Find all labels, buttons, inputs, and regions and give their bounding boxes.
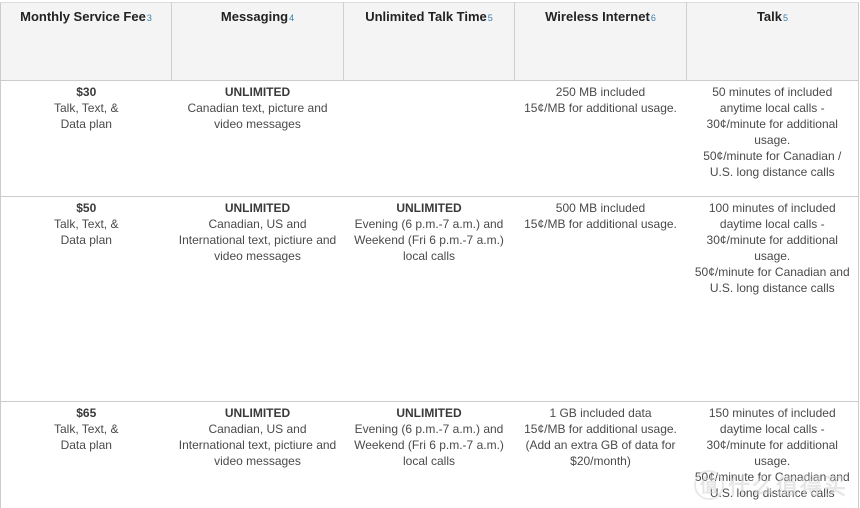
cell-text-line: 50¢/minute for Canadian and xyxy=(694,265,850,279)
plan-price: $65 xyxy=(76,406,97,420)
footnote-link[interactable]: 5 xyxy=(488,13,493,23)
cell-text-line: Canadian, US and xyxy=(208,422,307,436)
cell-text-line: Data plan xyxy=(60,117,112,131)
cell-text-line: Weekend (Fri 6 p.m.-7 a.m.) xyxy=(354,438,504,452)
cell-messaging: UNLIMITED Canadian, US and International t… xyxy=(171,196,344,402)
cell-text-line: 30¢/minute for additional xyxy=(706,233,838,247)
header-label: Messaging xyxy=(220,9,289,24)
cell-text-line: Canadian, US and xyxy=(208,217,307,231)
header-messaging: Messaging4 xyxy=(171,2,344,81)
cell-text-line: Canadian text, picture and xyxy=(187,101,328,115)
cell-text-line: local calls xyxy=(402,454,456,468)
plan-price: $30 xyxy=(76,85,97,99)
footnote-link[interactable]: 6 xyxy=(651,13,656,23)
cell-wireless-internet: 250 MB included 15¢/MB for additional usa… xyxy=(514,80,687,197)
cell-text-line: 100 minutes of included xyxy=(708,201,836,215)
cell-text-line: (Add an extra GB of data for xyxy=(525,438,676,452)
cell-text-line: Data plan xyxy=(60,233,112,247)
cell-text-line: Talk, Text, & xyxy=(54,101,119,115)
cell-monthly-fee: $65 Talk, Text, & Data plan xyxy=(1,402,172,508)
cell-text-line: local calls xyxy=(402,249,456,263)
table-header: Monthly Service Fee3 Messaging4 Unlimite… xyxy=(0,2,859,81)
cell-unlimited-talk-time: UNLIMITED Evening (6 p.m.-7 a.m.) and Week… xyxy=(344,402,515,508)
cell-text-line: video messages xyxy=(214,249,301,263)
cell-wireless-internet: 1 GB included data 15¢/MB for additional … xyxy=(515,402,687,508)
cell-text-line: 30¢/minute for additional xyxy=(706,117,838,131)
cell-text-line: U.S. long distance calls xyxy=(709,165,835,179)
cell-text-line: usage. xyxy=(754,454,791,468)
cell-text-line: Evening (6 p.m.-7 a.m.) and xyxy=(354,422,504,436)
cell-title: UNLIMITED xyxy=(224,406,291,420)
table-row: $30 Talk, Text, & Data plan UNLIMITED Canadi… xyxy=(0,80,859,197)
cell-messaging: UNLIMITED Canadian, US and International t… xyxy=(172,402,344,508)
cell-text-line: $20/month) xyxy=(570,454,631,468)
cell-text-line: Talk, Text, & xyxy=(54,217,119,231)
cell-text-line: daytime local calls - xyxy=(719,422,825,436)
header-talk: Talk5 xyxy=(686,2,859,81)
header-label: Unlimited Talk Time xyxy=(365,9,487,24)
cell-monthly-fee: $30 Talk, Text, & Data plan xyxy=(0,80,172,197)
header-label: Talk xyxy=(756,9,783,24)
cell-text-line: International text, pictiure and xyxy=(178,233,337,247)
cell-text-line: Weekend (Fri 6 p.m.-7 a.m.) xyxy=(354,233,504,247)
cell-text-line: 250 MB included xyxy=(555,85,646,99)
cell-unlimited-talk-time: UNLIMITED Evening (6 p.m.-7 a.m.) and Week… xyxy=(343,196,515,402)
header-unlimited-talk-time: Unlimited Talk Time5 xyxy=(343,2,515,81)
cell-wireless-internet: 500 MB included 15¢/MB for additional usa… xyxy=(514,196,687,402)
cell-unlimited-talk-time xyxy=(343,80,515,197)
cell-text-line: 50¢/minute for Canadian / xyxy=(703,149,842,163)
plan-price: $50 xyxy=(76,201,97,215)
table-row: $50 Talk, Text, & Data plan UNLIMITED Canadi… xyxy=(0,196,859,402)
cell-text-line: International text, pictiure and xyxy=(178,438,337,452)
cell-text-line: video messages xyxy=(214,454,301,468)
footnote-link[interactable]: 4 xyxy=(289,13,294,23)
cell-monthly-fee: $50 Talk, Text, & Data plan xyxy=(0,196,172,402)
cell-text-line: usage. xyxy=(754,249,791,263)
header-wireless-internet: Wireless Internet6 xyxy=(514,2,687,81)
cell-text-line: 15¢/MB for additional usage. xyxy=(524,422,677,436)
cell-text-line: U.S. long distance calls xyxy=(709,281,835,295)
cell-text-line: Talk, Text, & xyxy=(54,422,119,436)
cell-text-line: anytime local calls - xyxy=(719,101,825,115)
header-label: Wireless Internet xyxy=(545,9,650,24)
header-row: Monthly Service Fee3 Messaging4 Unlimite… xyxy=(0,2,859,81)
cell-text-line: 50¢/minute for Canadian and xyxy=(694,470,850,484)
cell-title: UNLIMITED xyxy=(224,201,291,215)
cell-text-line: U.S. long distance calls xyxy=(709,486,835,500)
cell-title: UNLIMITED xyxy=(396,201,462,215)
cell-title: UNLIMITED xyxy=(224,85,291,99)
cell-talk: 100 minutes of included daytime local cal… xyxy=(686,196,859,402)
cell-text-line: 30¢/minute for additional xyxy=(706,438,838,452)
cell-title: UNLIMITED xyxy=(396,406,462,420)
cell-talk: 50 minutes of included anytime local call… xyxy=(686,80,859,197)
cell-text-line: 15¢/MB for additional usage. xyxy=(524,101,677,115)
cell-text-line: 500 MB included xyxy=(555,201,646,215)
table-row: $65 Talk, Text, & Data plan UNLIMITED Canadi… xyxy=(1,402,859,508)
cell-talk: 150 minutes of included daytime local cal… xyxy=(687,402,859,508)
table-body: $30 Talk, Text, & Data plan UNLIMITED Canadi… xyxy=(0,80,859,508)
footnote-link[interactable]: 5 xyxy=(783,13,788,23)
cell-text-line: daytime local calls - xyxy=(719,217,825,231)
cell-text-line: Evening (6 p.m.-7 a.m.) and xyxy=(354,217,504,231)
header-label: Monthly Service Fee xyxy=(20,9,146,24)
header-monthly-service-fee: Monthly Service Fee3 xyxy=(0,2,172,81)
cell-text-line: 15¢/MB for additional usage. xyxy=(524,217,677,231)
plan-comparison-table: Monthly Service Fee3 Messaging4 Unlimite… xyxy=(0,2,859,508)
footnote-link[interactable]: 3 xyxy=(147,13,152,23)
cell-text-line: usage. xyxy=(754,133,791,147)
cell-text-line: 50 minutes of included xyxy=(712,85,833,99)
cell-text-line: 150 minutes of included xyxy=(708,406,836,420)
cell-text-line: 1 GB included data xyxy=(549,406,652,420)
cell-text-line: Data plan xyxy=(60,438,112,452)
cell-text-line: video messages xyxy=(214,117,301,131)
cell-messaging: UNLIMITED Canadian text, picture and video… xyxy=(171,80,344,197)
